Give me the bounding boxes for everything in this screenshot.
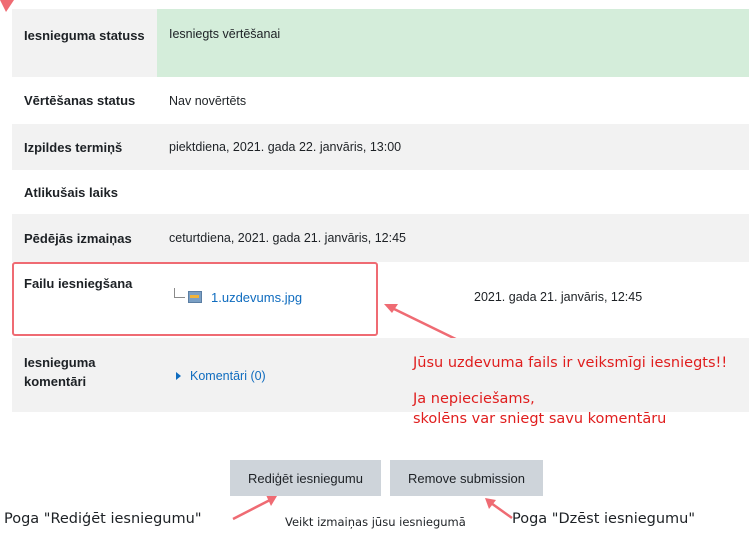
row-last-modified: Pēdējās izmaiņas ceturtdiena, 2021. gada… [12,214,749,262]
grading-status-value: Nav novērtēts [169,93,247,108]
submission-status-label: Iesnieguma statuss [24,28,145,43]
expand-triangle-icon [176,372,181,380]
delete-button-annotation: Poga "Dzēst iesniegumu" [512,511,696,527]
remove-submission-button[interactable]: Remove submission [390,460,543,496]
due-date-value: piektdiena, 2021. gada 22. janvāris, 13:… [169,140,402,154]
submission-status-value: Iesniegts vērtēšanai [157,9,749,77]
comment-hint-line1: Ja nepieciešams, [413,391,535,407]
due-date-label: Izpildes termiņš [24,139,123,155]
file-success-annotation: Jūsu uzdevuma fails ir veiksmīgi iesnieg… [413,355,728,371]
time-remaining-value [157,170,749,214]
row-due-date: Izpildes termiņš piektdiena, 2021. gada … [12,124,749,170]
row-time-remaining: Atlikušais laiks [12,170,749,214]
edit-arrow-line [232,498,271,521]
edit-button-annotation: Poga "Rediģēt iesniegumu" [4,511,202,527]
row-grading-status: Vērtēšanas status Nav novērtēts [12,77,749,124]
last-modified-value: ceturtdiena, 2021. gada 21. janvāris, 12… [169,231,406,245]
time-remaining-label: Atlikušais laiks [24,184,118,200]
edit-sub-annotation: Veikt izmaiņas jūsu iesniegumā [285,515,466,529]
row-submission-status: Iesnieguma statuss Iesniegts vērtēšanai [12,9,749,77]
submission-comments-label: Iesnieguma komentāri [24,355,96,389]
grading-status-label: Vērtēšanas status [24,93,136,108]
remove-arrow-line [490,501,513,520]
row-submission-comments: Iesnieguma komentāri [12,338,749,412]
last-modified-label: Pēdējās izmaiņas [24,230,132,246]
comment-hint-line2: skolēns var sniegt savu komentāru [413,411,667,427]
comments-link[interactable]: Komentāri (0) [190,369,266,383]
edit-submission-button[interactable]: Rediģēt iesniegumu [230,460,381,496]
file-date: 2021. gada 21. janvāris, 12:45 [474,290,643,304]
comments-toggle[interactable]: Komentāri (0) [176,369,266,383]
remove-arrow-head [485,498,496,509]
file-highlight-box [12,262,378,336]
